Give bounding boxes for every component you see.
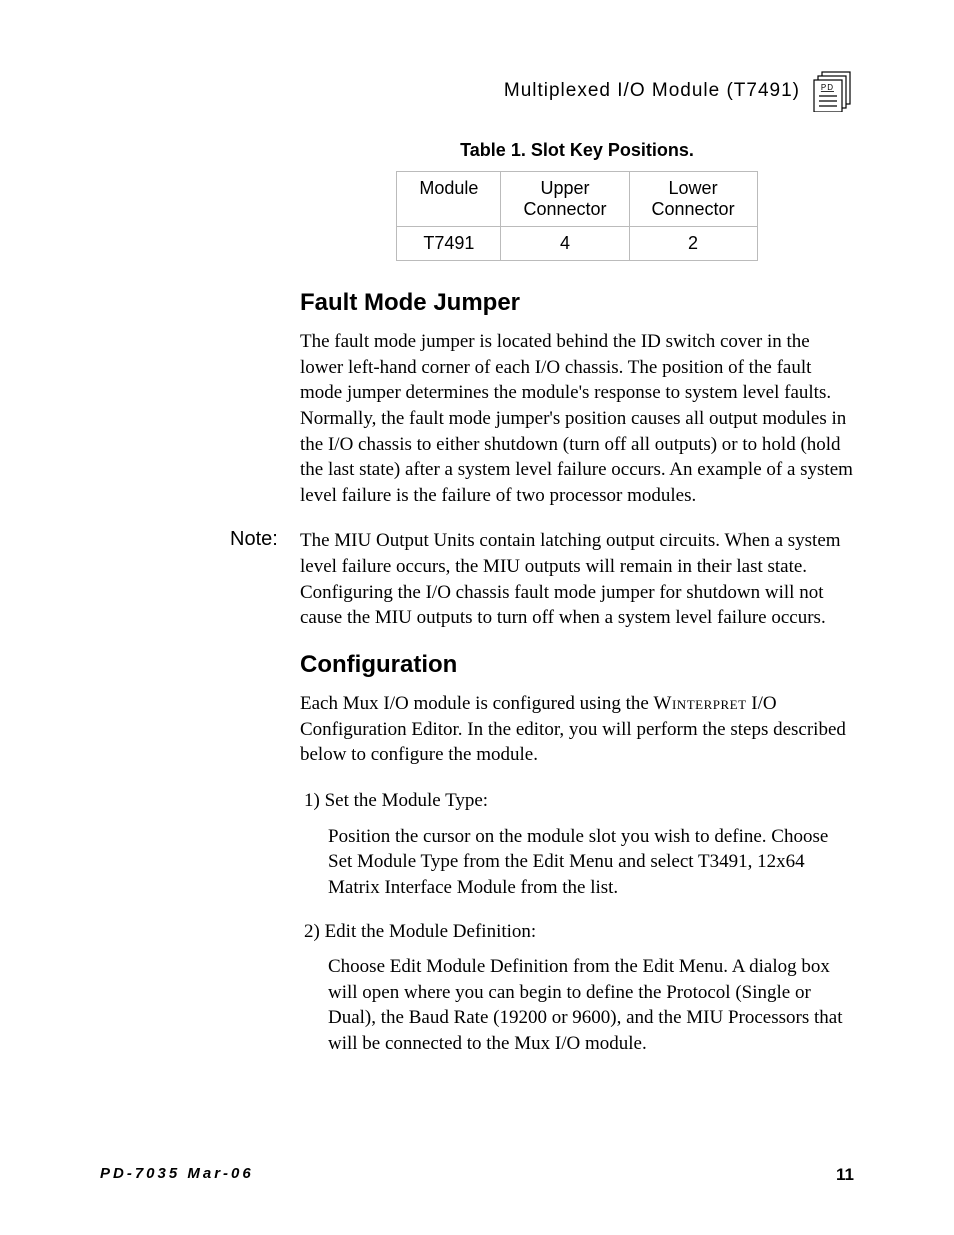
col-upper: UpperConnector	[501, 172, 629, 227]
footer-page-number: 11	[836, 1165, 854, 1185]
page-footer: PD-7035 Mar-06 11	[100, 1165, 854, 1185]
note-label: Note:	[230, 528, 278, 551]
para-fault-mode: The fault mode jumper is located behind …	[300, 329, 854, 508]
winterpret-smallcaps: Winterpret	[654, 693, 747, 714]
table-header-row: Module UpperConnector LowerConnector	[397, 172, 757, 227]
pd-document-icon: PD	[812, 70, 854, 112]
step-2-head: 2) Edit the Module Definition:	[304, 919, 854, 945]
para-note: The MIU Output Units contain latching ou…	[300, 528, 854, 631]
table-row: T7491 4 2	[397, 227, 757, 261]
heading-configuration: Configuration	[300, 651, 854, 679]
note-block: Note: The MIU Output Units contain latch…	[300, 528, 854, 631]
step-1-body: Position the cursor on the module slot y…	[328, 824, 854, 901]
step-1-head: 1) Set the Module Type:	[304, 788, 854, 814]
config-steps: 1) Set the Module Type: Position the cur…	[304, 788, 854, 1057]
para-config-intro: Each Mux I/O module is configured using …	[300, 691, 854, 768]
header-title: Multiplexed I/O Module (T7491)	[504, 80, 800, 102]
page-header: Multiplexed I/O Module (T7491) PD	[100, 70, 854, 112]
footer-doc-id: PD-7035 Mar-06	[100, 1165, 254, 1185]
heading-fault-mode: Fault Mode Jumper	[300, 289, 854, 317]
table-caption: Table 1. Slot Key Positions.	[300, 140, 854, 161]
step-2-body: Choose Edit Module Definition from the E…	[328, 954, 854, 1057]
slot-key-table: Module UpperConnector LowerConnector T74…	[396, 171, 757, 261]
svg-text:PD: PD	[821, 83, 834, 92]
col-lower: LowerConnector	[629, 172, 757, 227]
col-module: Module	[397, 172, 501, 227]
